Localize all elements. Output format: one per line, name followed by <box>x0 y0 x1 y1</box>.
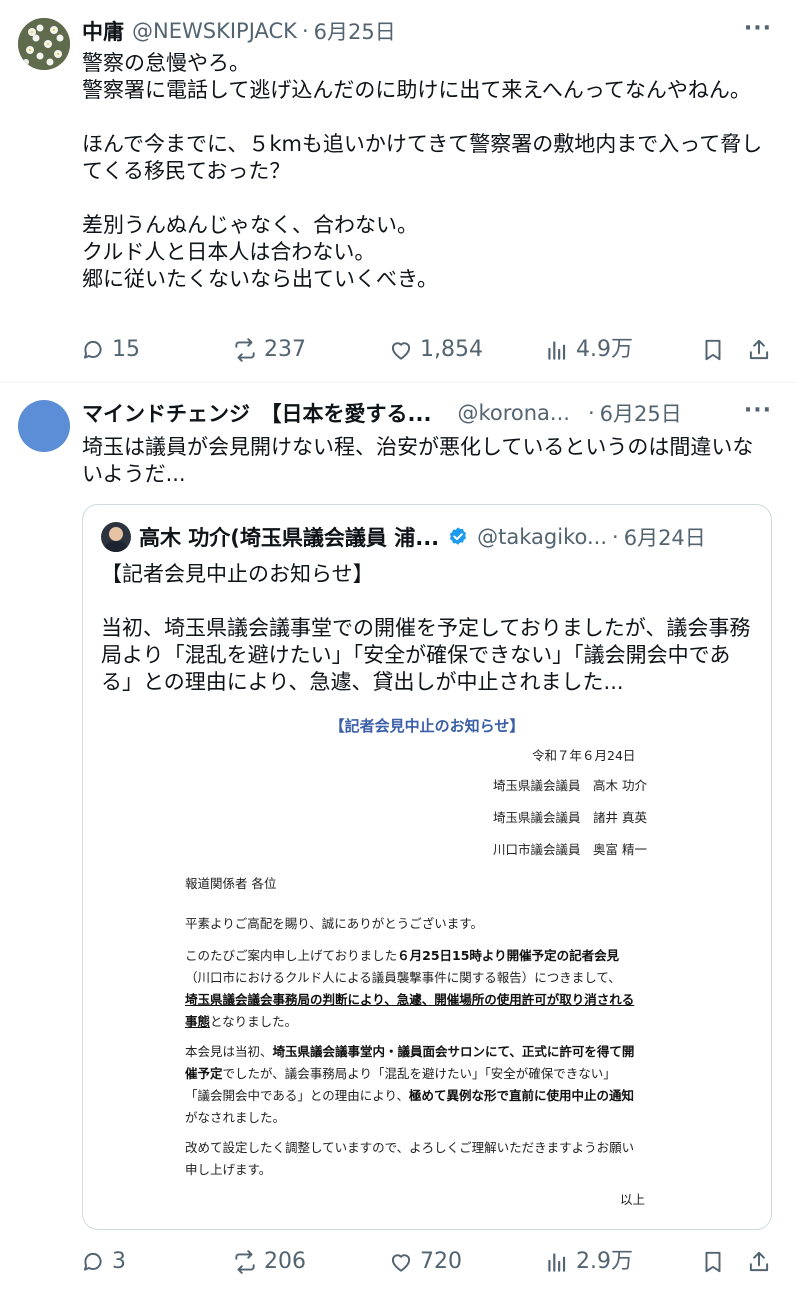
repost-icon <box>235 1250 255 1274</box>
tweet-divider <box>0 382 796 383</box>
doc-paragraph-1-line-1: このたびご案内申し上げておりました６月25日15時より開催予定の記者会見 <box>185 945 619 964</box>
action-bar: 15 237 1,854 4.9万 <box>80 334 780 366</box>
doc-paragraph-2-line-2: 催予定でしたが、議会事務局より「混乱を避けたい」「安全が確保できない」 <box>185 1063 616 1082</box>
reply-icon <box>83 340 102 359</box>
share-icon <box>749 1251 769 1272</box>
avatar[interactable] <box>101 522 131 552</box>
doc-text: このたびご案内申し上げておりました <box>185 948 398 963</box>
share-button[interactable] <box>746 1246 778 1278</box>
reply-button[interactable]: 15 <box>80 334 140 366</box>
doc-paragraph-1-line-3: 埼玉県議会議会事務局の判断により、急遽、開催場所の使用許可が取り消される <box>185 989 634 1008</box>
doc-bold-text: 催予定 <box>185 1066 223 1081</box>
separator-dot: · <box>301 19 309 43</box>
doc-bold-text: 極めて異例な形で直前に使用中止の通知 <box>409 1088 635 1103</box>
author-handle[interactable]: @korona... <box>457 401 570 425</box>
doc-text: 「議会開会中である」との理由により、 <box>185 1088 410 1103</box>
doc-member-3: 川口市議会議員 奥富 精一 <box>493 842 647 857</box>
attached-document-image[interactable]: 【記者会見中止のお知らせ】 令和７年６月24日 埼玉県議会議員 高木 功介 埼玉… <box>84 707 770 1227</box>
doc-underlined-text: 埼玉県議会議会事務局の判断により、急遽、開催場所の使用許可が取り消される <box>185 992 635 1007</box>
views-button[interactable]: 4.9万 <box>544 334 633 366</box>
like-button[interactable]: 1,854 <box>388 334 483 366</box>
doc-bold-text: ６月25日15時より開催予定の記者会見 <box>397 948 620 963</box>
view-count: 4.9万 <box>576 337 633 362</box>
repost-icon <box>235 338 255 362</box>
quoted-tweet[interactable]: 高木 功介(埼玉県議会議員 浦... @takagiko... · 6月24日 … <box>82 504 772 1230</box>
quoted-author-name[interactable]: 高木 功介(埼玉県議会議員 浦... <box>139 522 439 552</box>
doc-member-2: 埼玉県議会議員 諸井 真英 <box>493 810 647 825</box>
reply-button[interactable]: 3 <box>80 1246 126 1278</box>
tweet-text: 埼玉は議員が会見開けない程、治安が悪化しているというのは間違いないようだ... <box>82 435 754 486</box>
bookmark-button[interactable] <box>700 334 732 366</box>
like-button[interactable]: 720 <box>388 1246 462 1278</box>
heart-icon <box>391 342 411 360</box>
avatar-flowers-image <box>18 18 70 70</box>
doc-text: でしたが、議会事務局より「混乱を避けたい」「安全が確保できない」 <box>222 1066 616 1081</box>
tweet-header: マインドチェンジ 【日本を愛する... @korona... · 6月25日 <box>82 398 682 428</box>
post-date[interactable]: 6月25日 <box>314 16 396 46</box>
more-icon[interactable]: ··· <box>744 398 772 423</box>
doc-paragraph-1-line-4: 事態となりました。 <box>185 1011 297 1030</box>
bookmark-icon <box>705 339 721 361</box>
like-count: 720 <box>420 1249 462 1274</box>
bookmark-icon <box>705 1251 721 1273</box>
quoted-tweet-text: 【記者会見中止のお知らせ】 当初、埼玉県議会議事堂での開催を予定しておりましたが… <box>101 562 751 694</box>
repost-button[interactable]: 206 <box>232 1246 306 1278</box>
doc-paragraph-2-line-4: がなされました。 <box>185 1110 286 1125</box>
repost-count: 206 <box>264 1249 306 1274</box>
share-button[interactable] <box>746 334 778 366</box>
doc-text: となりました。 <box>210 1014 298 1029</box>
views-button[interactable]: 2.9万 <box>544 1246 633 1278</box>
repost-count: 237 <box>264 337 306 362</box>
bookmark-button[interactable] <box>700 1246 732 1278</box>
share-icon <box>749 339 769 360</box>
tweet-header: 中庸 @NEWSKIPJACK · 6月25日 <box>82 16 396 46</box>
doc-paragraph-3-line-2: 申し上げます。 <box>185 1162 272 1177</box>
avatar[interactable] <box>18 18 70 70</box>
reply-count: 3 <box>112 1249 126 1274</box>
doc-paragraph-2-line-1: 本会見は当初、埼玉県議会議事堂内・議員面会サロンにて、正式に許可を得て開 <box>185 1041 634 1060</box>
tweet-text: 警察の怠慢やろ。 警察署に電話して逃げ込んだのに助けに出て来えへんってなんやねん… <box>82 51 763 291</box>
author-name[interactable]: 中庸 <box>82 16 124 46</box>
analytics-icon <box>548 341 566 360</box>
doc-paragraph-2-line-3: 「議会開会中である」との理由により、極めて異例な形で直前に使用中止の通知 <box>185 1085 634 1104</box>
doc-date: 令和７年６月24日 <box>532 748 636 763</box>
separator-dot: · <box>612 525 619 549</box>
quoted-author-handle[interactable]: @takagiko... <box>477 525 607 549</box>
doc-title: 【記者会見中止のお知らせ】 <box>329 717 525 735</box>
doc-underlined-text: 事態 <box>185 1014 211 1029</box>
verified-badge-icon <box>450 527 467 545</box>
heart-icon <box>391 1254 411 1272</box>
separator-dot: · <box>587 401 595 425</box>
doc-closing: 以上 <box>620 1192 646 1207</box>
repost-button[interactable]: 237 <box>232 334 306 366</box>
analytics-icon <box>548 1253 566 1272</box>
post-date[interactable]: 6月25日 <box>600 398 682 428</box>
author-handle[interactable]: @NEWSKIPJACK <box>132 19 297 43</box>
doc-greeting: 平素よりご高配を賜り、誠にありがとうございます。 <box>185 916 484 931</box>
like-count: 1,854 <box>420 337 483 362</box>
reply-icon <box>83 1252 102 1271</box>
doc-text: 本会見は当初、 <box>185 1044 273 1059</box>
doc-addressee: 報道関係者 各位 <box>185 876 277 891</box>
quoted-tweet-header: 高木 功介(埼玉県議会議員 浦... @takagiko... · 6月24日 <box>101 521 706 553</box>
author-name[interactable]: マインドチェンジ 【日本を愛する... <box>82 398 431 428</box>
doc-member-1: 埼玉県議会議員 高木 功介 <box>493 778 647 793</box>
view-count: 2.9万 <box>576 1249 633 1274</box>
doc-paragraph-3-line-1: 改めて設定したく調整していますので、よろしくご理解いただきますようお願い <box>185 1140 635 1155</box>
doc-paragraph-1-line-2: （川口市におけるクルド人による議員襲撃事件に関する報告）につきまして、 <box>185 970 621 985</box>
more-icon[interactable]: ··· <box>744 16 772 41</box>
action-bar: 3 206 720 2.9万 <box>80 1246 780 1278</box>
reply-count: 15 <box>112 337 140 362</box>
doc-bold-text: 埼玉県議会議事堂内・議員面会サロンにて、正式に許可を得て開 <box>272 1044 635 1059</box>
avatar[interactable] <box>18 400 70 452</box>
quoted-post-date[interactable]: 6月24日 <box>624 522 706 552</box>
